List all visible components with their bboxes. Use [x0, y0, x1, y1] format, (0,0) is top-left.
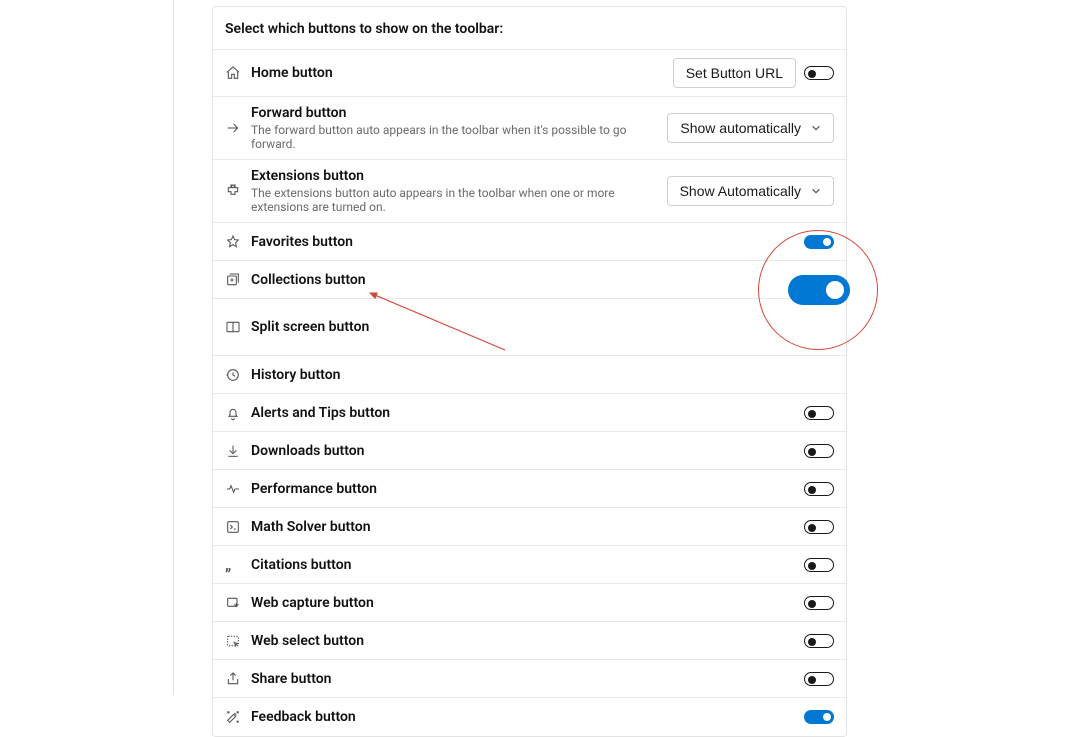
row-collections-title: Collections button: [251, 272, 834, 288]
row-feedback: Feedback button: [213, 698, 846, 736]
row-math: Math Solver button: [213, 508, 846, 546]
split-screen-icon: [225, 319, 251, 335]
sidebar-divider: [173, 0, 174, 695]
star-icon: [225, 234, 251, 250]
row-downloads: Downloads button: [213, 432, 846, 470]
toolbar-buttons-panel: Select which buttons to show on the tool…: [212, 6, 847, 737]
toggle-favorites[interactable]: [804, 235, 834, 249]
toggle-downloads[interactable]: [804, 444, 834, 458]
history-icon: [225, 367, 251, 383]
toggle-split-screen[interactable]: [788, 275, 850, 305]
quote-icon: „: [225, 555, 251, 574]
row-share-title: Share button: [251, 671, 804, 687]
row-history-title: History button: [251, 367, 834, 383]
collections-icon: [225, 272, 251, 288]
toggle-performance[interactable]: [804, 482, 834, 496]
row-math-title: Math Solver button: [251, 519, 804, 535]
toggle-feedback[interactable]: [804, 710, 834, 724]
section-header: Select which buttons to show on the tool…: [213, 7, 846, 50]
web-capture-icon: [225, 595, 251, 611]
toggle-share[interactable]: [804, 672, 834, 686]
row-webselect-title: Web select button: [251, 633, 804, 649]
row-webselect: Web select button: [213, 622, 846, 660]
row-performance-title: Performance button: [251, 481, 804, 497]
row-alerts-title: Alerts and Tips button: [251, 405, 804, 421]
toggle-home[interactable]: [804, 66, 834, 80]
heartbeat-icon: [225, 481, 251, 497]
share-icon: [225, 671, 251, 687]
row-feedback-title: Feedback button: [251, 709, 804, 725]
row-webcapture: Web capture button: [213, 584, 846, 622]
chevron-down-icon: [811, 186, 821, 196]
toggle-webselect[interactable]: [804, 634, 834, 648]
row-home: Home button Set Button URL: [213, 50, 846, 97]
row-webcapture-title: Web capture button: [251, 595, 804, 611]
toggle-alerts[interactable]: [804, 406, 834, 420]
row-split-title: Split screen button: [251, 319, 834, 335]
forward-arrow-icon: [225, 120, 251, 136]
row-favorites: Favorites button: [213, 223, 846, 261]
row-favorites-title: Favorites button: [251, 234, 804, 250]
forward-select[interactable]: Show automatically: [667, 113, 834, 143]
math-icon: [225, 519, 251, 535]
row-collections: Collections button: [213, 261, 846, 299]
set-home-url-button[interactable]: Set Button URL: [673, 58, 796, 88]
chevron-down-icon: [811, 123, 821, 133]
feedback-icon: [225, 709, 251, 725]
row-share: Share button: [213, 660, 846, 698]
row-forward-desc: The forward button auto appears in the t…: [251, 123, 667, 151]
row-extensions-title: Extensions button: [251, 168, 667, 184]
home-icon: [225, 65, 251, 81]
row-citations: „ Citations button: [213, 546, 846, 584]
toggle-math[interactable]: [804, 520, 834, 534]
row-citations-title: Citations button: [251, 557, 804, 573]
extensions-select[interactable]: Show Automatically: [667, 176, 834, 206]
bell-icon: [225, 405, 251, 421]
row-downloads-title: Downloads button: [251, 443, 804, 459]
row-performance: Performance button: [213, 470, 846, 508]
row-forward: Forward button The forward button auto a…: [213, 97, 846, 160]
row-alerts: Alerts and Tips button: [213, 394, 846, 432]
web-select-icon: [225, 633, 251, 649]
toggle-citations[interactable]: [804, 558, 834, 572]
row-split-screen: Split screen button: [213, 299, 846, 356]
row-history: History button: [213, 356, 846, 394]
toggle-webcapture[interactable]: [804, 596, 834, 610]
download-icon: [225, 443, 251, 459]
row-extensions-desc: The extensions button auto appears in th…: [251, 186, 667, 214]
extensions-icon: [225, 183, 251, 199]
row-forward-title: Forward button: [251, 105, 667, 121]
row-extensions: Extensions button The extensions button …: [213, 160, 846, 223]
row-home-title: Home button: [251, 65, 673, 81]
